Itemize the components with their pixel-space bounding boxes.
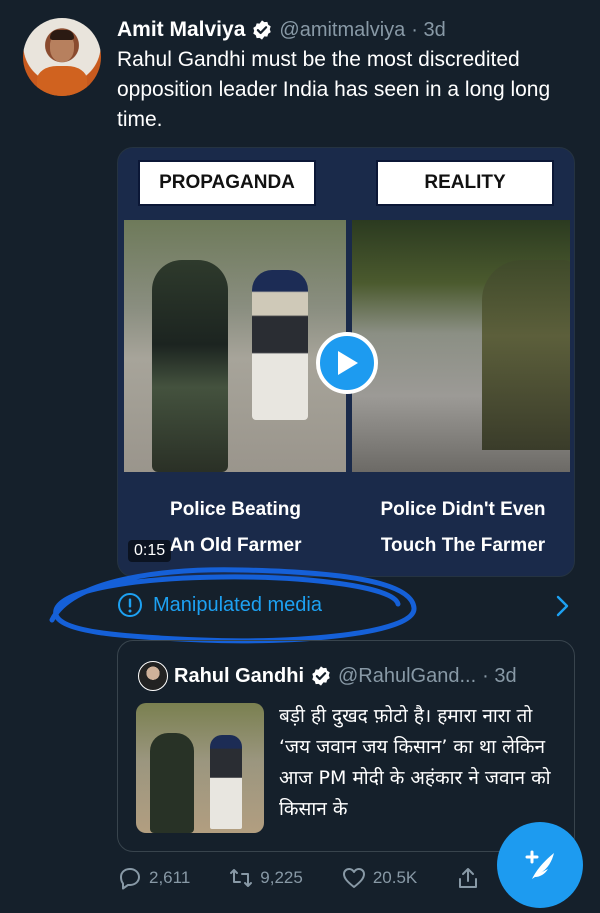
- verified-badge-icon: [312, 666, 330, 686]
- tweet-action-bar: 2,611 9,225 20.5K: [117, 860, 517, 896]
- soldier-figure: [152, 260, 228, 472]
- chevron-right-icon[interactable]: [550, 594, 574, 618]
- reply-button[interactable]: 2,611: [117, 865, 190, 891]
- quoted-tweet-thumbnail[interactable]: [136, 703, 264, 833]
- retweet-count: 9,225: [260, 868, 303, 887]
- play-icon: [338, 351, 358, 375]
- quoted-tweet-time[interactable]: · 3d: [482, 665, 516, 688]
- like-count: 20.5K: [372, 868, 418, 887]
- author-handle[interactable]: @amitmalviya: [279, 19, 405, 42]
- compose-tweet-button[interactable]: [497, 822, 583, 908]
- like-button[interactable]: 20.5K: [341, 865, 417, 891]
- tweet-time[interactable]: · 3d: [411, 19, 445, 42]
- manipulated-media-label: Manipulated media: [153, 593, 322, 616]
- author-name[interactable]: Amit Malviya: [117, 18, 245, 42]
- verified-badge-icon: [253, 20, 272, 40]
- quoted-author-avatar[interactable]: [138, 661, 168, 691]
- compose-icon: [525, 850, 554, 879]
- reality-label: REALITY: [376, 160, 554, 206]
- retweet-icon: [230, 869, 253, 887]
- video-duration-badge: 0:15: [128, 540, 172, 562]
- quoted-author-name[interactable]: Rahul Gandhi: [174, 665, 304, 688]
- avatar-shirt: [37, 66, 87, 96]
- author-avatar[interactable]: [23, 18, 101, 96]
- avatar-hair: [50, 30, 74, 40]
- tweet-header: Amit Malviya @amitmalviya · 3d: [117, 14, 446, 46]
- right-video-frame: [352, 220, 570, 472]
- farmer-figure: [210, 735, 242, 829]
- tweet-text: Rahul Gandhi must be the most discredite…: [117, 48, 551, 131]
- share-icon: [459, 868, 478, 888]
- quoted-tweet-header: Rahul Gandhi @RahulGand... · 3d: [138, 661, 517, 691]
- reply-count: 2,611: [149, 868, 191, 887]
- share-button[interactable]: [455, 865, 481, 891]
- warning-icon: [118, 593, 142, 617]
- quoted-author-handle[interactable]: @RahulGand...: [338, 665, 476, 688]
- like-icon: [342, 868, 365, 888]
- right-caption-line2: Touch The Farmer: [380, 535, 546, 556]
- right-caption-line1: Police Didn't Even: [380, 499, 546, 520]
- quoted-tweet[interactable]: Rahul Gandhi @RahulGand... · 3d बड़ी ही …: [117, 640, 575, 852]
- left-caption-line1: Police Beating: [170, 499, 301, 520]
- left-video-frame: [124, 220, 346, 472]
- reply-icon: [120, 868, 140, 890]
- manipulated-media-notice[interactable]: Manipulated media: [117, 592, 322, 618]
- farmer-figure: [252, 270, 308, 420]
- propaganda-label: PROPAGANDA: [138, 160, 316, 206]
- soldier-figure: [150, 733, 194, 833]
- play-button[interactable]: [316, 332, 378, 394]
- retweet-button[interactable]: 9,225: [228, 865, 303, 891]
- quoted-tweet-text: बड़ी ही दुखद फ़ोटो है। हमारा नारा तो ‘जय…: [279, 705, 551, 820]
- soldier-figure-closeup: [482, 260, 570, 450]
- video-media-card[interactable]: PROPAGANDA REALITY Police Beating An Old…: [117, 147, 575, 577]
- right-caption: Police Didn't Even Touch The Farmer: [358, 492, 568, 564]
